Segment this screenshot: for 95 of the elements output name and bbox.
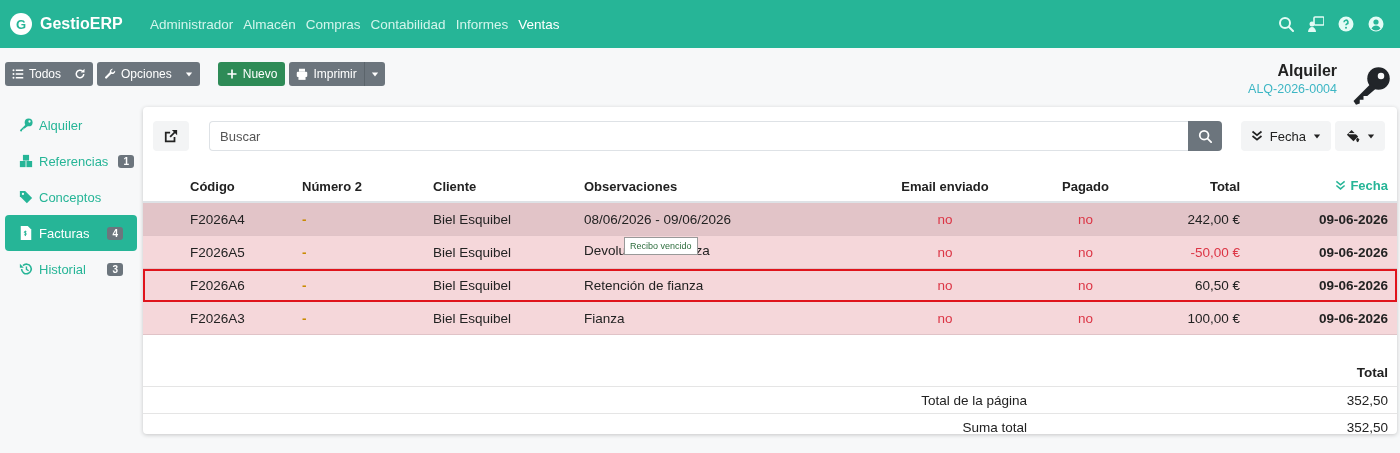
table-cell: no	[1078, 277, 1093, 293]
column-header[interactable]: Código	[190, 178, 235, 194]
table-cell: no	[1078, 211, 1093, 227]
new-button[interactable]: Nuevo	[217, 62, 286, 86]
table-cell: 100,00 €	[1187, 310, 1240, 326]
caret-icon	[370, 70, 379, 78]
logo[interactable]: G	[10, 13, 32, 35]
table-cell: 242,00 €	[1187, 211, 1240, 227]
history-icon	[19, 262, 33, 276]
sidebar-item[interactable]: Facturas 4	[5, 215, 137, 251]
sidebar-item[interactable]: Referencias 1	[5, 143, 137, 179]
refresh-icon	[74, 68, 87, 80]
print-button[interactable]: Imprimir	[289, 62, 364, 86]
table-row[interactable]: F2026A4 - Biel Esquibel 08/06/2026 - 09/06/2026 no no 242,00 € 09-06-2026	[143, 202, 1397, 236]
column-header[interactable]: Observaciones	[584, 178, 678, 194]
table-cell: -50,00 €	[1190, 244, 1240, 260]
paint-bucket-icon	[1345, 128, 1360, 144]
table-cell: F2026A3	[190, 310, 245, 326]
options-button[interactable]: Opciones	[97, 62, 200, 86]
column-header[interactable]: Total	[1209, 178, 1240, 194]
count-badge: 1	[118, 154, 134, 168]
column-header: Total	[1356, 365, 1388, 380]
table-cell: Biel Esquibel	[433, 277, 512, 293]
table-cell: -	[302, 211, 307, 227]
menu-item[interactable]: Ventas	[518, 16, 560, 32]
document-code: ALQ-2026-0004	[1248, 82, 1337, 96]
table-cell: F2026A4	[190, 211, 245, 227]
user-icon	[1368, 16, 1384, 32]
count-badge: 3	[107, 262, 123, 276]
column-header[interactable]: Cliente	[433, 178, 477, 194]
table-cell: 09-06-2026	[1318, 277, 1388, 293]
total-value: 352,50	[1345, 392, 1388, 408]
table-row[interactable]: F2026A3 - Biel Esquibel Fianza no no 100,00 € 09-06-2026	[143, 301, 1397, 335]
table-cell: Biel Esquibel	[433, 310, 512, 326]
table-cell: no	[1078, 244, 1093, 260]
table-cell: no	[1078, 310, 1093, 326]
table-row[interactable]: F2026A6 - Biel Esquibel Retención de fianza no no 60,50 € 09-06-2026	[143, 268, 1397, 302]
print-menu-button[interactable]	[363, 62, 385, 86]
table-cell: -	[302, 310, 307, 326]
total-label: Total de la página	[920, 392, 1027, 408]
column-header[interactable]: Fecha	[1335, 178, 1388, 193]
table-cell: Biel Esquibel	[433, 211, 512, 227]
table-cell: -	[302, 244, 307, 260]
table-cell: F2026A5	[190, 244, 245, 260]
document-icon	[19, 226, 33, 240]
table-cell: F2026A6	[190, 277, 245, 293]
table-cell: Retención de fianza	[584, 277, 704, 293]
help-icon	[1338, 16, 1354, 32]
boxes-icon	[19, 154, 33, 168]
table-cell: no	[937, 277, 953, 293]
sidebar-item[interactable]: Conceptos	[5, 179, 137, 215]
column-header[interactable]: Pagado	[1062, 178, 1109, 194]
column-header[interactable]: Email enviado	[901, 178, 989, 194]
printer-icon	[296, 68, 309, 80]
total-label: Suma total	[961, 419, 1027, 435]
count-badge: 4	[107, 226, 123, 240]
wrench-icon	[104, 68, 117, 80]
search-field[interactable]: Buscar	[209, 121, 1188, 151]
list-icon	[12, 68, 24, 80]
table-cell: 60,50 €	[1194, 277, 1240, 293]
tooltip: Recibo vencido	[624, 237, 698, 255]
sidebar-item[interactable]: Historial 3	[5, 251, 137, 287]
search-icon	[1278, 16, 1294, 32]
sidebar-item[interactable]: Alquiler	[5, 107, 137, 143]
color-filter-button[interactable]	[1335, 121, 1385, 151]
table-cell: no	[937, 244, 953, 260]
person-screen-icon	[1308, 16, 1324, 32]
plus-icon	[225, 68, 238, 80]
double-chevron-down-icon	[1335, 180, 1347, 191]
search-icon	[1197, 129, 1212, 143]
table-cell: -	[302, 277, 307, 293]
order-button[interactable]: Fecha	[1240, 121, 1331, 151]
key-icon	[1351, 66, 1391, 106]
todos-button[interactable]: Todos	[5, 62, 94, 86]
table-cell: 09-06-2026	[1318, 310, 1388, 326]
caret-icon	[1367, 132, 1375, 140]
total-value: 352,50	[1345, 419, 1388, 435]
export-button[interactable]	[153, 121, 189, 151]
table-cell: 09-06-2026	[1318, 211, 1388, 227]
caret-icon	[1313, 132, 1321, 140]
document-title: Alquiler	[1276, 62, 1337, 80]
table-cell: no	[937, 211, 953, 227]
key-icon	[19, 118, 33, 132]
table-cell: 09-06-2026	[1318, 244, 1388, 260]
double-chevron-down-icon	[1250, 130, 1263, 142]
brand-name[interactable]: GestioERP	[40, 15, 123, 33]
tag-icon	[19, 190, 33, 204]
column-header[interactable]: Número 2	[302, 178, 362, 194]
table-cell: Biel Esquibel	[433, 244, 512, 260]
table-cell: Fianza	[584, 310, 625, 326]
table-cell: 08/06/2026 - 09/06/2026	[584, 211, 732, 227]
search-button[interactable]	[1187, 121, 1222, 151]
table-cell: no	[937, 310, 953, 326]
caret-icon	[184, 70, 193, 78]
external-link-icon	[164, 129, 178, 143]
